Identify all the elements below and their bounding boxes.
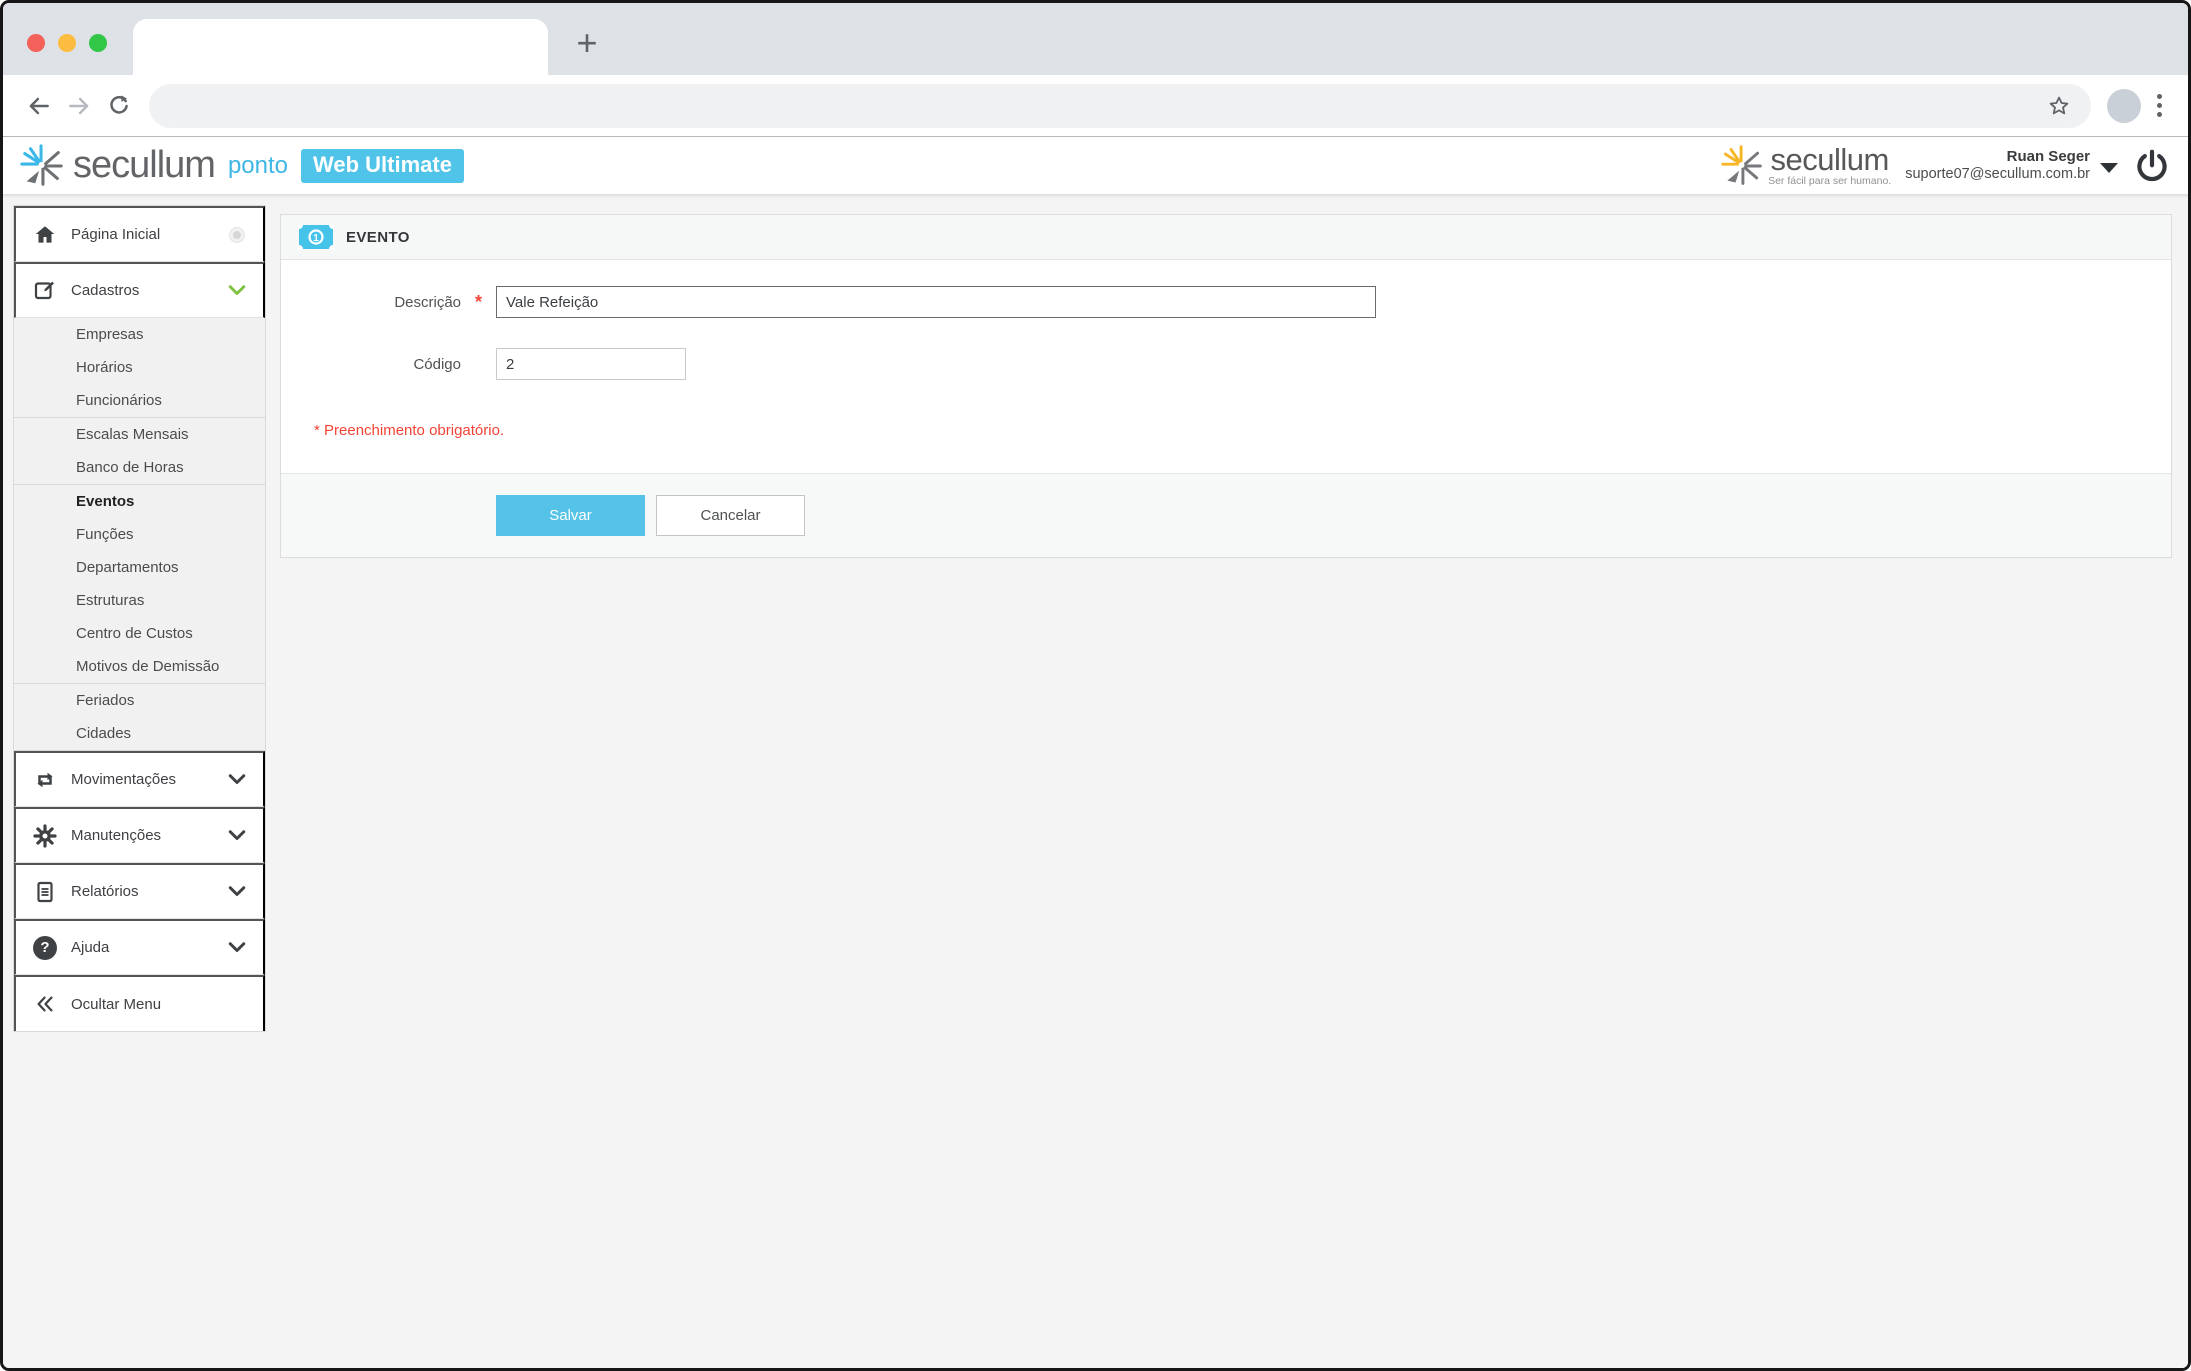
reload-icon (106, 93, 132, 119)
sidebar: Página Inicial Cadastros Empresas Horári… (13, 205, 266, 1032)
sidebar-item-movimentacoes[interactable]: Movimentações (14, 751, 265, 807)
chevron-down-icon (227, 941, 247, 954)
sidebar-item-label: Cadastros (71, 282, 227, 299)
sidebar-item-eventos[interactable]: Eventos (14, 485, 265, 518)
required-note: * Preenchimento obrigatório. (314, 422, 2171, 439)
save-button[interactable]: Salvar (496, 495, 645, 536)
chevron-down-icon-green (227, 284, 247, 297)
user-email: suporte07@secullum.com.br (1905, 166, 2090, 183)
descricao-input[interactable] (496, 286, 1376, 318)
app-body: Página Inicial Cadastros Empresas Horári… (3, 195, 2188, 1368)
maximize-window-button[interactable] (89, 34, 107, 52)
user-name: Ruan Seger (1905, 148, 2090, 166)
panel-footer: Salvar Cancelar (281, 473, 2171, 557)
cadastros-submenu: Empresas Horários Funcionários Escalas M… (14, 318, 265, 751)
new-tab-button[interactable]: + (563, 19, 611, 67)
sidebar-item-label: Página Inicial (71, 226, 227, 243)
sidebar-item-cidades[interactable]: Cidades (14, 717, 265, 750)
sidebar-item-escalas-mensais[interactable]: Escalas Mensais (14, 418, 265, 451)
url-input[interactable] (169, 97, 2041, 114)
sidebar-item-label: Manutenções (71, 827, 227, 844)
main-content: 1 EVENTO Descrição * Código * P (280, 214, 2172, 558)
help-icon: ? (32, 936, 58, 960)
starburst-logo-yellow (1720, 144, 1764, 188)
sidebar-item-empresas[interactable]: Empresas (14, 318, 265, 351)
logout-button[interactable] (2132, 146, 2172, 186)
sidebar-item-relatorios[interactable]: Relatórios (14, 863, 265, 919)
sidebar-item-banco-de-horas[interactable]: Banco de Horas (14, 451, 265, 484)
panel-header: 1 EVENTO (281, 215, 2171, 260)
gear-icon (32, 824, 58, 848)
app-header: secullum ponto Web Ultimate secullu (3, 137, 2188, 195)
required-asterisk: * (461, 292, 496, 313)
sidebar-item-pagina-inicial[interactable]: Página Inicial (14, 206, 265, 262)
sidebar-item-label: Ajuda (71, 939, 227, 956)
cancel-button[interactable]: Cancelar (656, 495, 805, 536)
sidebar-item-cadastros[interactable]: Cadastros (14, 262, 265, 318)
panel-title: EVENTO (346, 229, 410, 246)
profile-avatar[interactable] (2107, 89, 2141, 123)
evento-form: Descrição * Código * Preenchimento obrig… (281, 260, 2171, 473)
product-name: ponto (228, 152, 288, 180)
sidebar-item-horarios[interactable]: Horários (14, 351, 265, 384)
window-controls (27, 34, 107, 52)
codigo-input[interactable] (496, 348, 686, 380)
browser-tab-strip: + (3, 3, 2188, 75)
chevron-down-icon (227, 885, 247, 898)
reload-button[interactable] (99, 86, 139, 126)
codigo-label: Código (281, 356, 461, 373)
right-brand-name: secullum (1770, 145, 1888, 175)
secullum-logo-right: secullum Ser fácil para ser humano. (1720, 144, 1891, 188)
edition-badge: Web Ultimate (301, 149, 464, 183)
user-menu[interactable]: Ruan Seger suporte07@secullum.com.br (1905, 148, 2118, 183)
sidebar-item-funcionarios[interactable]: Funcionários (14, 384, 265, 417)
brand-tagline: Ser fácil para ser humano. (1768, 175, 1891, 187)
browser-window: + (0, 0, 2191, 1371)
collapse-double-chevron-icon (32, 993, 58, 1015)
repeat-icon (32, 768, 58, 792)
forward-icon (66, 93, 92, 119)
bookmark-button[interactable] (2041, 88, 2077, 124)
sidebar-item-label: Ocultar Menu (71, 996, 247, 1013)
money-bill-icon: 1 (298, 224, 334, 250)
sidebar-item-feriados[interactable]: Feriados (14, 684, 265, 717)
close-window-button[interactable] (27, 34, 45, 52)
evento-panel: 1 EVENTO Descrição * Código * P (280, 214, 2172, 558)
kebab-menu-icon (2157, 94, 2162, 117)
sidebar-item-departamentos[interactable]: Departamentos (14, 551, 265, 584)
browser-tab[interactable] (133, 19, 548, 75)
sidebar-item-motivos-de-demissao[interactable]: Motivos de Demissão (14, 650, 265, 683)
sidebar-item-manutencoes[interactable]: Manutenções (14, 807, 265, 863)
back-button[interactable] (19, 86, 59, 126)
address-bar[interactable] (149, 84, 2091, 128)
brand-name: secullum (73, 144, 215, 187)
minimize-window-button[interactable] (58, 34, 76, 52)
forward-button[interactable] (59, 86, 99, 126)
back-icon (26, 93, 52, 119)
sidebar-item-funcoes[interactable]: Funções (14, 518, 265, 551)
home-radio-indicator[interactable] (230, 228, 244, 242)
star-icon (2047, 94, 2071, 118)
power-icon (2134, 148, 2170, 184)
sidebar-item-estruturas[interactable]: Estruturas (14, 584, 265, 617)
chevron-down-icon (227, 829, 247, 842)
browser-menu-button[interactable] (2147, 86, 2172, 125)
sidebar-item-centro-de-custos[interactable]: Centro de Custos (14, 617, 265, 650)
sidebar-item-ocultar-menu[interactable]: Ocultar Menu (14, 975, 265, 1031)
secullum-starburst-logo (19, 143, 65, 189)
edit-icon (32, 279, 58, 303)
sidebar-item-label: Movimentações (71, 771, 227, 788)
home-icon (32, 223, 58, 247)
sidebar-item-ajuda[interactable]: ? Ajuda (14, 919, 265, 975)
descricao-label: Descrição (281, 294, 461, 311)
browser-toolbar (3, 75, 2188, 137)
sidebar-item-label: Relatórios (71, 883, 227, 900)
document-icon (32, 880, 58, 904)
svg-text:1: 1 (313, 233, 319, 244)
chevron-down-icon (227, 773, 247, 786)
caret-down-icon (2100, 163, 2118, 173)
